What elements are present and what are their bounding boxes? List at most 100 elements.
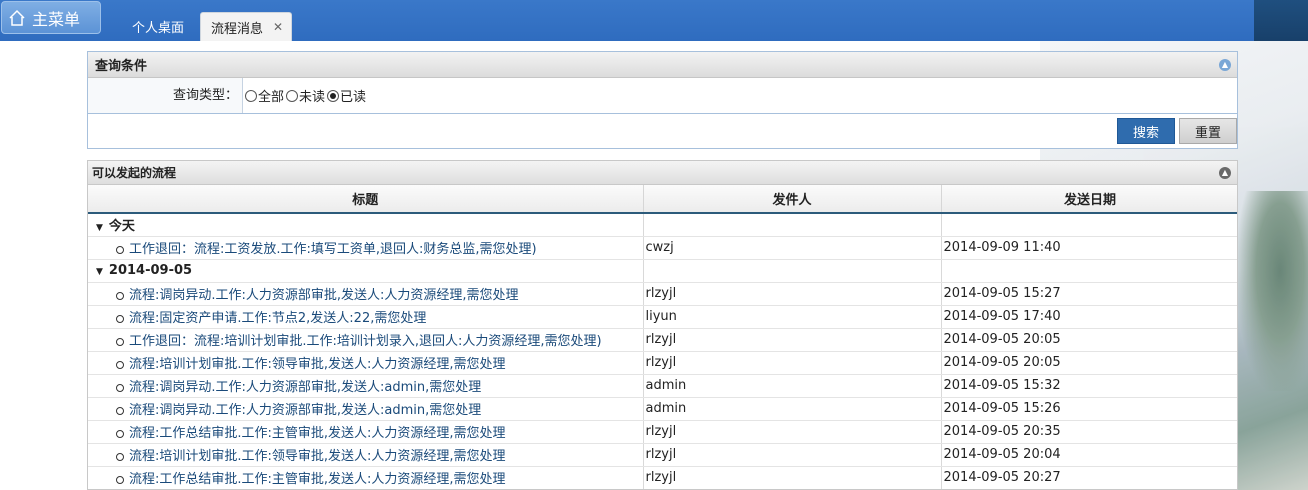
flow-title-link[interactable]: 工作退回：流程:工资发放.工作:填写工资单,退回人:财务总监,需您处理): [129, 242, 537, 257]
table-row[interactable]: 流程:培训计划审批.工作:领导审批,发送人:人力资源经理,需您处理 rlzyjl 2…: [88, 351, 1237, 375]
flow-title-link[interactable]: 流程:培训计划审批.工作:领导审批,发送人:人力资源经理,需您处理: [129, 449, 506, 464]
table-row[interactable]: 工作退回：流程:培训计划审批.工作:培训计划录入,退回人:人力资源经理,需您处理…: [88, 328, 1237, 352]
radio-label: 已读: [340, 90, 367, 105]
top-bar: 主菜单 个人桌面 流程消息 ✕: [0, 0, 1308, 41]
flow-title-link[interactable]: 流程:调岗异动.工作:人力资源部审批,发送人:admin,需您处理: [129, 380, 481, 395]
main-menu-button[interactable]: 主菜单: [1, 1, 101, 34]
search-button[interactable]: 搜索: [1117, 118, 1175, 144]
flow-panel: 可以发起的流程 ▲ 标题 发件人 发送日期 ▼ 今天 工作退回：流程:工资发放.工作…: [87, 160, 1238, 490]
group-cell: ▼ 2014-09-05: [88, 259, 644, 283]
flow-title-link[interactable]: 流程:调岗异动.工作:人力资源部审批,发送人:人力资源经理,需您处理: [129, 288, 519, 303]
group-row[interactable]: ▼ 2014-09-05: [88, 259, 1237, 283]
group-row[interactable]: ▼ 今天: [88, 213, 1237, 237]
date-cell: 2014-09-05 15:27: [941, 282, 1237, 306]
table-row[interactable]: 工作退回：流程:工资发放.工作:填写工资单,退回人:财务总监,需您处理) cwzj…: [88, 236, 1237, 260]
column-header-title[interactable]: 标题: [88, 185, 644, 214]
flow-title-link[interactable]: 流程:工作总结审批.工作:主管审批,发送人:人力资源经理,需您处理: [129, 426, 506, 441]
flow-title-link[interactable]: 工作退回：流程:培训计划审批.工作:培训计划录入,退回人:人力资源经理,需您处理…: [129, 334, 602, 349]
sender-cell: rlzyjl: [643, 420, 942, 444]
title-cell: 流程:固定资产申请.工作:节点2,发送人:22,需您处理: [88, 305, 644, 329]
group-cell: ▼ 今天: [88, 213, 644, 237]
radio-read[interactable]: 已读: [327, 86, 366, 105]
close-icon[interactable]: ✕: [273, 20, 283, 34]
sender-cell: rlzyjl: [643, 282, 942, 306]
caret-down-icon[interactable]: ▼: [96, 267, 103, 277]
date-cell: 2014-09-05 17:40: [941, 305, 1237, 329]
radio-circle-icon[interactable]: [286, 89, 299, 102]
query-type-row: 查询类型： 全部 未读 已读: [88, 78, 1237, 114]
title-cell: 流程:调岗异动.工作:人力资源部审批,发送人:admin,需您处理: [88, 397, 644, 421]
radio-all[interactable]: 全部: [245, 86, 284, 105]
title-cell: 工作退回：流程:培训计划审批.工作:培训计划录入,退回人:人力资源经理,需您处理…: [88, 328, 644, 352]
caret-down-icon[interactable]: ▼: [96, 223, 103, 233]
topbar-right-block: [1254, 0, 1308, 41]
radio-label: 未读: [299, 90, 326, 105]
date-cell: 2014-09-09 11:40: [941, 236, 1237, 260]
column-header-sender[interactable]: 发件人: [643, 185, 942, 214]
collapse-icon[interactable]: ▲: [1219, 167, 1231, 179]
date-cell: 2014-09-05 15:26: [941, 397, 1237, 421]
flow-panel-title: 可以发起的流程: [92, 166, 177, 180]
title-cell: 流程:培训计划审批.工作:领导审批,发送人:人力资源经理,需您处理: [88, 351, 644, 375]
radio-circle-icon[interactable]: [245, 89, 257, 102]
empty-cell: [643, 259, 942, 283]
empty-cell: [643, 213, 942, 237]
flow-title-link[interactable]: 流程:工作总结审批.工作:主管审批,发送人:人力资源经理,需您处理: [129, 472, 506, 487]
bullet-icon: [116, 291, 124, 300]
collapse-icon[interactable]: ▲: [1219, 59, 1231, 71]
table-row[interactable]: 流程:固定资产申请.工作:节点2,发送人:22,需您处理 liyun 2014-09…: [88, 305, 1237, 329]
date-cell: 2014-09-05 20:04: [941, 443, 1237, 467]
date-cell: 2014-09-05 15:32: [941, 374, 1237, 398]
radio-circle-icon[interactable]: [327, 89, 340, 102]
sender-cell: cwzj: [643, 236, 942, 260]
table-row[interactable]: 流程:调岗异动.工作:人力资源部审批,发送人:admin,需您处理 admin 20…: [88, 374, 1237, 398]
main-menu-label: 主菜单: [32, 9, 81, 29]
table-row[interactable]: 流程:工作总结审批.工作:主管审批,发送人:人力资源经理,需您处理 rlzyjl 2…: [88, 420, 1237, 444]
bullet-icon: [116, 406, 124, 415]
reset-button[interactable]: 重置: [1179, 118, 1237, 144]
empty-cell: [941, 259, 1237, 283]
sender-cell: rlzyjl: [643, 351, 942, 375]
table-row[interactable]: 流程:培训计划审批.工作:领导审批,发送人:人力资源经理,需您处理 rlzyjl 2…: [88, 443, 1237, 467]
query-panel: 查询条件 ▲ 查询类型： 全部 未读 已读 搜索 重置: [87, 51, 1238, 149]
tab-label: 个人桌面: [132, 21, 185, 36]
table-row[interactable]: 流程:调岗异动.工作:人力资源部审批,发送人:admin,需您处理 admin 20…: [88, 397, 1237, 421]
tab-flow-messages[interactable]: 流程消息 ✕: [200, 12, 293, 41]
bullet-icon: [116, 337, 124, 346]
table-row[interactable]: 流程:工作总结审批.工作:主管审批,发送人:人力资源经理,需您处理 rlzyjl 2…: [88, 466, 1237, 489]
sender-cell: admin: [643, 397, 942, 421]
title-cell: 流程:培训计划审批.工作:领导审批,发送人:人力资源经理,需您处理: [88, 443, 644, 467]
bullet-icon: [116, 429, 124, 438]
table-row[interactable]: 流程:调岗异动.工作:人力资源部审批,发送人:人力资源经理,需您处理 rlzyjl…: [88, 282, 1237, 306]
query-panel-title: 查询条件: [95, 59, 148, 74]
date-cell: 2014-09-05 20:27: [941, 466, 1237, 489]
tab-label: 流程消息: [211, 21, 264, 37]
bullet-icon: [116, 314, 124, 323]
sender-cell: liyun: [643, 305, 942, 329]
home-icon: [9, 9, 25, 26]
bullet-icon: [116, 475, 124, 484]
tab-personal-desktop[interactable]: 个人桌面: [122, 12, 194, 41]
query-panel-header: 查询条件 ▲: [88, 52, 1237, 78]
query-type-label: 查询类型：: [88, 78, 243, 113]
flow-table: 标题 发件人 发送日期 ▼ 今天 工作退回：流程:工资发放.工作:填写工资单,退回人…: [88, 185, 1237, 489]
sender-cell: admin: [643, 374, 942, 398]
date-cell: 2014-09-05 20:05: [941, 328, 1237, 352]
title-cell: 工作退回：流程:工资发放.工作:填写工资单,退回人:财务总监,需您处理): [88, 236, 644, 260]
date-cell: 2014-09-05 20:35: [941, 420, 1237, 444]
title-cell: 流程:调岗异动.工作:人力资源部审批,发送人:admin,需您处理: [88, 374, 644, 398]
title-cell: 流程:工作总结审批.工作:主管审批,发送人:人力资源经理,需您处理: [88, 420, 644, 444]
radio-unread[interactable]: 未读: [286, 86, 325, 105]
bullet-icon: [116, 245, 124, 254]
flow-title-link[interactable]: 流程:固定资产申请.工作:节点2,发送人:22,需您处理: [129, 311, 426, 326]
flow-title-link[interactable]: 流程:培训计划审批.工作:领导审批,发送人:人力资源经理,需您处理: [129, 357, 506, 372]
title-cell: 流程:工作总结审批.工作:主管审批,发送人:人力资源经理,需您处理: [88, 466, 644, 489]
empty-cell: [941, 213, 1237, 237]
flow-title-link[interactable]: 流程:调岗异动.工作:人力资源部审批,发送人:admin,需您处理: [129, 403, 481, 418]
flow-table-body: ▼ 今天工作退回：流程:工资发放.工作:填写工资单,退回人:财务总监,需您处理) c…: [88, 213, 1237, 489]
bullet-icon: [116, 360, 124, 369]
radio-label: 全部: [258, 90, 285, 105]
query-type-radios: 全部 未读 已读: [243, 78, 368, 113]
sender-cell: rlzyjl: [643, 328, 942, 352]
column-header-date[interactable]: 发送日期: [941, 185, 1237, 214]
